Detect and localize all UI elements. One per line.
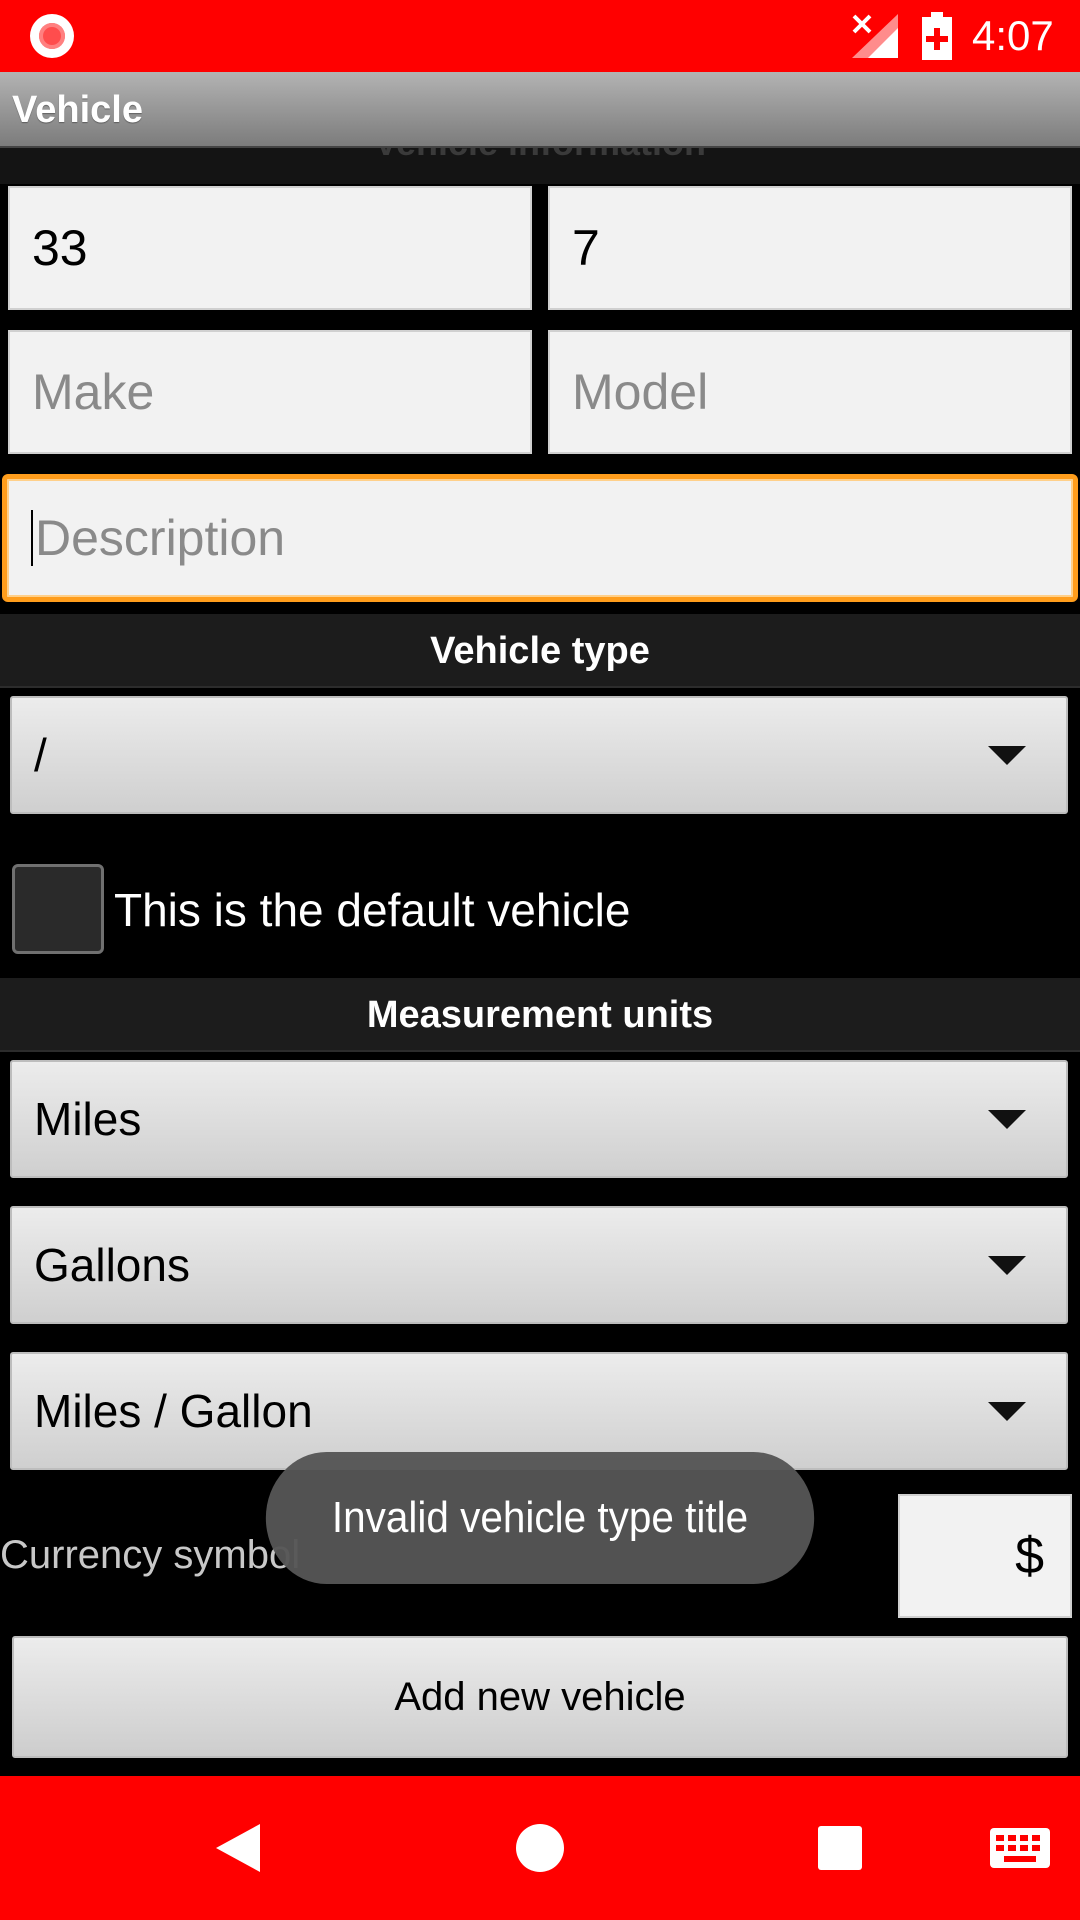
section-header-vehicle-type: Vehicle type	[0, 614, 1080, 688]
screen-record-icon	[30, 14, 74, 58]
currency-symbol-input[interactable]: $	[898, 1494, 1072, 1618]
section-header-label: Vehicle information	[0, 148, 1080, 164]
vehicle-type-dropdown[interactable]: /	[10, 696, 1068, 814]
dropdown-arrow-icon	[988, 1110, 1026, 1129]
action-bar	[0, 72, 1080, 148]
home-icon[interactable]	[516, 1824, 564, 1872]
default-vehicle-label[interactable]: This is the default vehicle	[114, 880, 631, 940]
make-placeholder: Make	[32, 364, 155, 420]
distance-unit-selected: Miles	[34, 1093, 142, 1145]
description-placeholder: Description	[35, 510, 286, 566]
add-new-vehicle-button[interactable]: Add new vehicle	[12, 1636, 1068, 1758]
field-one-input[interactable]: 33	[8, 186, 532, 310]
currency-symbol-label: Currency symbol	[0, 1533, 301, 1577]
description-input[interactable]: Description	[2, 474, 1078, 602]
toast-text: Invalid vehicle type title	[331, 1493, 749, 1542]
dropdown-arrow-icon	[988, 746, 1026, 765]
status-clock: 4:07	[972, 12, 1054, 59]
model-placeholder: Model	[572, 364, 709, 420]
text-cursor	[31, 510, 33, 566]
vehicle-type-selected: /	[34, 729, 47, 781]
keyboard-icon[interactable]	[990, 1828, 1050, 1868]
section-header-measurement-units: Measurement units	[0, 978, 1080, 1052]
toast-message: Invalid vehicle type title	[265, 1452, 815, 1584]
consumption-unit-selected: Miles / Gallon	[34, 1385, 313, 1437]
recents-icon[interactable]	[818, 1826, 862, 1870]
distance-unit-dropdown[interactable]: Miles	[10, 1060, 1068, 1178]
page-title: Vehicle	[12, 89, 143, 131]
field-two-value: 7	[572, 220, 600, 276]
make-input[interactable]: Make	[8, 330, 532, 454]
default-vehicle-checkbox[interactable]	[12, 864, 104, 954]
volume-unit-selected: Gallons	[34, 1239, 190, 1291]
back-icon[interactable]	[216, 1824, 260, 1872]
currency-symbol-value: $	[1015, 1527, 1044, 1585]
battery-charging-icon	[922, 12, 952, 60]
volume-unit-dropdown[interactable]: Gallons	[10, 1206, 1068, 1324]
section-header-vehicle-information: Vehicle information	[0, 148, 1080, 184]
add-new-vehicle-label: Add new vehicle	[394, 1674, 686, 1719]
dropdown-arrow-icon	[988, 1256, 1026, 1275]
status-bar	[0, 0, 1080, 72]
field-one-value: 33	[32, 220, 88, 276]
field-two-input[interactable]: 7	[548, 186, 1072, 310]
no-signal-icon	[852, 14, 898, 58]
model-input[interactable]: Model	[548, 330, 1072, 454]
dropdown-arrow-icon	[988, 1402, 1026, 1421]
